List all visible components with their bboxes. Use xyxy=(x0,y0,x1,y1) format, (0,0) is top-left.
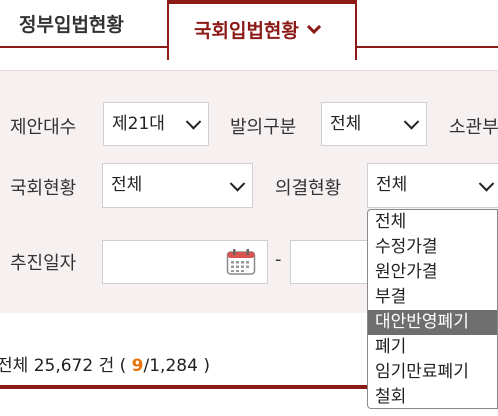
chevron-down-icon xyxy=(478,175,495,192)
proposer-type-label: 발의구분 xyxy=(230,117,297,138)
tab-bar-underline xyxy=(357,46,498,48)
resolution-status-label: 의결현황 xyxy=(275,178,342,199)
open-paren: ( xyxy=(119,356,127,376)
proposal-session-select[interactable]: 제21대 xyxy=(103,102,209,146)
proposer-type-select[interactable]: 전체 xyxy=(321,102,427,146)
close-paren: ) xyxy=(203,356,210,376)
date-range-separator: - xyxy=(275,249,282,270)
dropdown-option[interactable]: 전체 xyxy=(368,210,497,235)
dropdown-option-highlighted[interactable]: 대안반영폐기 xyxy=(368,310,497,335)
current-page: 9 xyxy=(131,356,144,376)
select-value: 전체 xyxy=(111,175,143,195)
date-from-input[interactable] xyxy=(102,240,268,284)
date-label: 추진일자 xyxy=(10,253,77,274)
committee-label: 소관부 xyxy=(449,117,498,138)
total-label: 전체 xyxy=(0,356,29,376)
assembly-status-label: 국회현황 xyxy=(10,178,77,199)
chevron-down-icon xyxy=(185,114,202,130)
tab-government-legislation[interactable]: 정부입법현황 xyxy=(0,0,167,48)
select-value: 제21대 xyxy=(112,114,165,134)
count-unit: 건 xyxy=(98,356,115,376)
assembly-status-select[interactable]: 전체 xyxy=(102,163,253,208)
select-value: 전체 xyxy=(330,114,362,134)
dropdown-option[interactable]: 부결 xyxy=(368,285,497,310)
calendar-icon[interactable] xyxy=(226,248,256,280)
result-summary: 전체 25,672 건 ( 9/1,284 ) xyxy=(0,351,210,376)
total-pages: /1,284 xyxy=(143,356,198,376)
chevron-down-icon[interactable] xyxy=(306,21,322,39)
tab-label: 국회입법현황 xyxy=(194,20,299,42)
proposal-session-label: 제안대수 xyxy=(10,117,77,138)
dropdown-option[interactable]: 폐기 xyxy=(368,335,497,360)
dropdown-option[interactable]: 수정가결 xyxy=(368,235,497,260)
resolution-status-dropdown-list[interactable]: 전체 수정가결 원안가결 부결 대안반영폐기 폐기 임기만료폐기 철회 xyxy=(367,209,498,409)
dropdown-option[interactable]: 임기만료폐기 xyxy=(368,360,497,385)
total-count: 25,672 xyxy=(33,356,94,376)
dropdown-option[interactable]: 철회 xyxy=(368,385,497,408)
tab-assembly-legislation[interactable]: 국회입법현황 xyxy=(167,0,357,60)
chevron-down-icon xyxy=(403,114,420,130)
select-value: 전체 xyxy=(376,175,408,195)
chevron-down-icon xyxy=(229,175,246,192)
resolution-status-select[interactable]: 전체 xyxy=(367,163,498,208)
dropdown-option[interactable]: 원안가결 xyxy=(368,260,497,285)
tab-label: 정부입법현황 xyxy=(19,14,124,36)
